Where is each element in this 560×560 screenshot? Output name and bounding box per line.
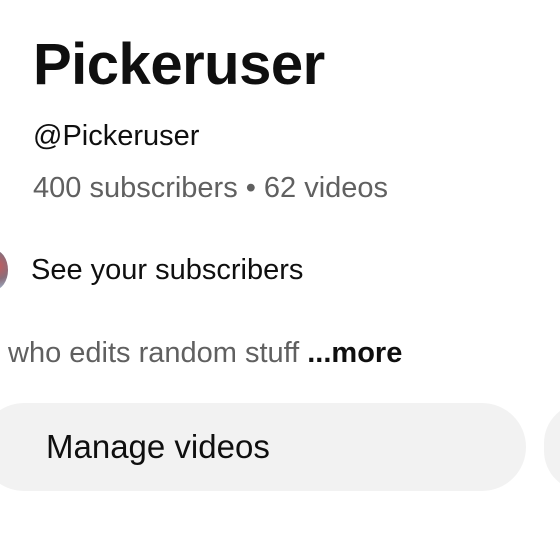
see-subscribers-label: See your subscribers xyxy=(31,254,304,286)
see-subscribers-link[interactable]: See your subscribers xyxy=(0,244,303,296)
description-text: who edits random stuff xyxy=(8,337,300,369)
channel-stats: 400 subscribers • 62 videos xyxy=(33,169,388,207)
more-link[interactable]: ...more xyxy=(307,337,402,369)
stats-separator: • xyxy=(245,172,256,204)
channel-handle: @Pickeruser xyxy=(33,120,200,152)
subscriber-avatar-icon xyxy=(0,250,8,290)
video-count: 62 videos xyxy=(263,172,389,204)
subscriber-count: 400 subscribers xyxy=(33,172,238,204)
channel-name: Pickeruser xyxy=(33,32,325,97)
next-action-button[interactable] xyxy=(544,403,560,491)
channel-description[interactable]: who edits random stuff ...more xyxy=(8,334,402,372)
channel-screen: Pickeruser @Pickeruser 400 subscribers • 6… xyxy=(0,0,560,560)
manage-videos-button[interactable]: Manage videos xyxy=(0,403,526,491)
